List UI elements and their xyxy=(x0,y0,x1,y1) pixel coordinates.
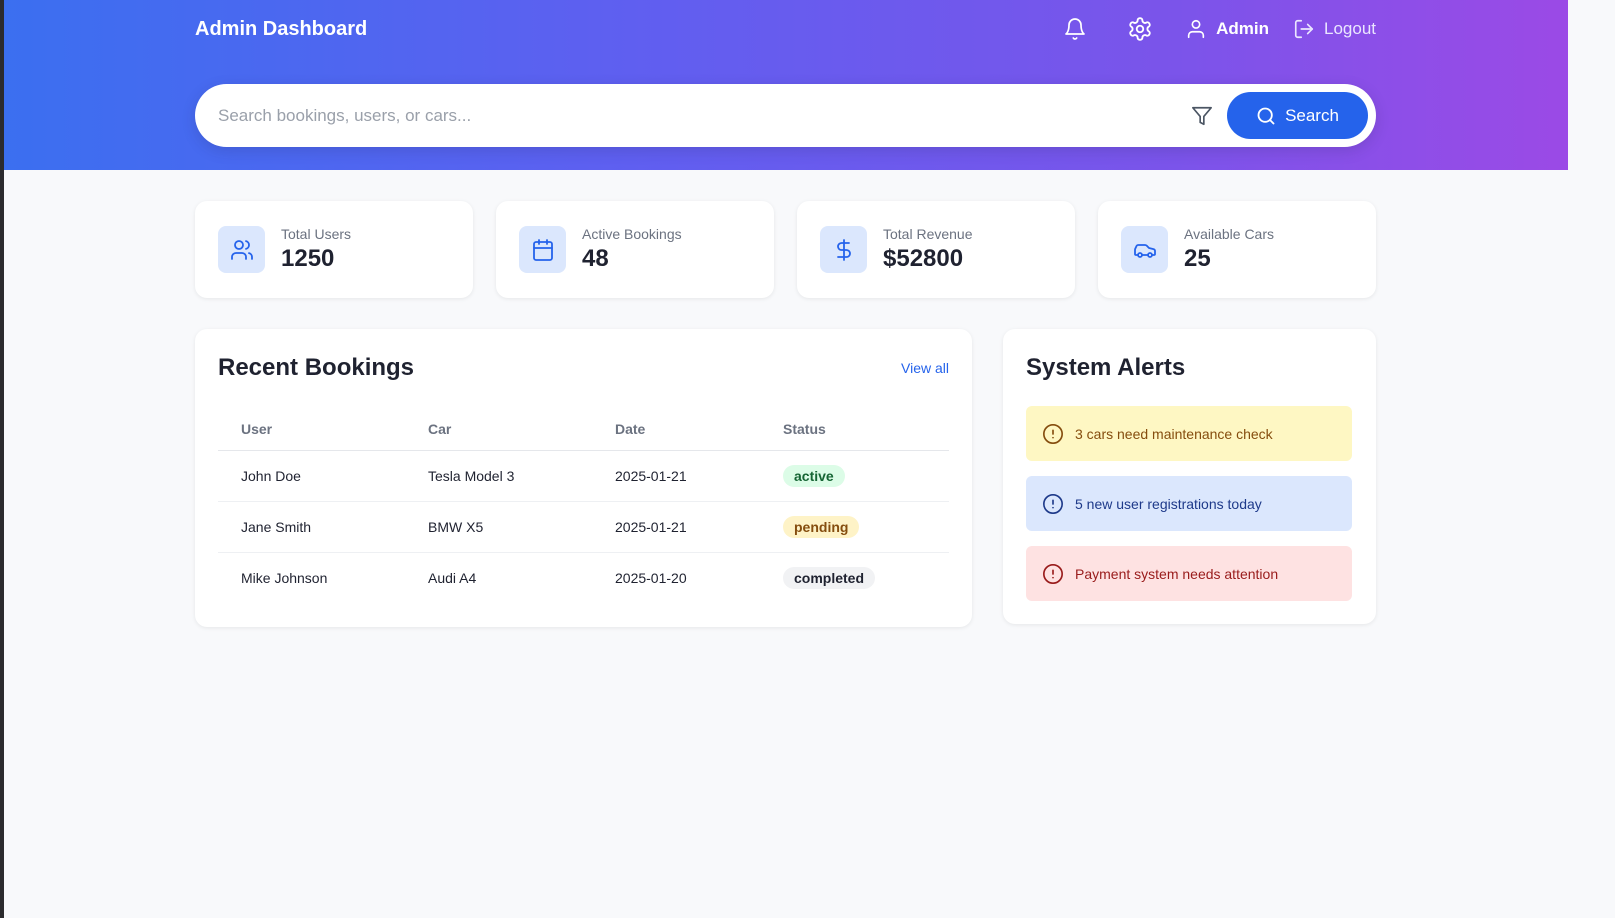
search-input[interactable] xyxy=(218,102,1178,130)
cell-car: Tesla Model 3 xyxy=(405,450,592,502)
stat-card-active-bookings: Active Bookings 48 xyxy=(496,201,774,298)
user-name: Admin xyxy=(1216,19,1269,38)
stat-label: Total Users xyxy=(281,226,352,242)
user-icon xyxy=(1187,19,1205,39)
user-menu[interactable]: Admin xyxy=(1185,17,1269,41)
table-header-row: User Car Date Status xyxy=(218,408,949,451)
alert-error[interactable]: Payment system needs attention xyxy=(1026,546,1352,601)
users-icon xyxy=(230,239,253,260)
gear-icon xyxy=(1129,17,1151,41)
cell-user: Jane Smith xyxy=(218,501,405,553)
stat-card-total-revenue: Total Revenue $52800 xyxy=(797,201,1075,298)
search-button[interactable]: Search xyxy=(1227,92,1368,139)
brand-title: Admin Dashboard xyxy=(195,18,368,40)
cell-car: BMW X5 xyxy=(405,501,592,553)
alert-info[interactable]: 5 new user registrations today xyxy=(1026,476,1352,531)
stat-value: 1250 xyxy=(281,245,335,272)
alert-circle-icon xyxy=(1043,423,1063,444)
stat-label: Total Revenue xyxy=(883,226,973,242)
cell-date: 2025-01-21 xyxy=(592,501,760,553)
dashboard-page: Admin Dashboard Admin Logout Search book… xyxy=(4,0,1615,918)
cell-date: 2025-01-21 xyxy=(592,450,760,502)
car-icon xyxy=(1133,243,1156,258)
table-row[interactable]: Jane Smith BMW X5 2025-01-21 pending xyxy=(218,501,949,553)
stat-card-available-cars: Available Cars 25 xyxy=(1098,201,1376,298)
notifications-button[interactable] xyxy=(1063,16,1087,42)
status-badge: active xyxy=(783,464,845,487)
stat-label: Active Bookings xyxy=(582,226,682,242)
logout-button[interactable]: Logout xyxy=(1293,17,1376,41)
bookings-table: User Car Date Status John Doe Tesla Mode… xyxy=(218,408,949,603)
dollar-icon xyxy=(836,238,851,261)
search-button-label: Search xyxy=(1285,105,1339,125)
stat-value: $52800 xyxy=(883,245,964,272)
system-alerts-card: System Alerts 3 cars need maintenance ch… xyxy=(1003,329,1376,624)
stat-value: 48 xyxy=(582,245,609,272)
stat-value: 25 xyxy=(1184,245,1211,272)
alert-text: Payment system needs attention xyxy=(1075,565,1279,582)
cell-user: John Doe xyxy=(218,450,405,502)
cell-status: completed xyxy=(760,552,949,603)
column-header-status: Status xyxy=(760,408,949,451)
recent-bookings-card: Recent Bookings View all User Car Date S… xyxy=(195,329,972,627)
filter-icon xyxy=(1192,106,1212,126)
cell-car: Audi A4 xyxy=(428,569,477,586)
settings-button[interactable] xyxy=(1127,16,1153,42)
cell-user: Mike Johnson xyxy=(241,569,328,586)
alert-text: 5 new user registrations today xyxy=(1075,495,1262,512)
filter-button[interactable] xyxy=(1191,105,1213,132)
search-icon xyxy=(1257,107,1275,124)
table-row[interactable]: John Doe Tesla Model 3 2025-01-21 active xyxy=(218,450,949,502)
table-row[interactable]: Mike Johnson Audi A4 2025-01-20 complete… xyxy=(218,552,949,603)
bell-icon xyxy=(1065,18,1085,40)
cell-date: 2025-01-20 xyxy=(615,569,687,586)
logout-label: Logout xyxy=(1324,19,1376,38)
column-header-car: Car xyxy=(405,408,592,451)
view-all-link[interactable]: View all xyxy=(901,360,949,376)
alert-warning[interactable]: 3 cars need maintenance check xyxy=(1026,406,1352,461)
column-header-date: Date xyxy=(592,408,760,451)
logout-icon xyxy=(1294,19,1314,39)
status-badge: completed xyxy=(783,566,876,589)
stat-card-total-users: Total Users 1250 xyxy=(195,201,473,298)
column-header-user: User xyxy=(218,408,405,451)
search-bar: Search xyxy=(195,84,1376,147)
status-badge: pending xyxy=(783,515,860,538)
header-nav: Admin Logout xyxy=(1063,16,1376,42)
alert-circle-icon xyxy=(1043,563,1063,584)
system-alerts-title: System Alerts xyxy=(1026,354,1186,381)
alert-circle-icon xyxy=(1043,493,1063,514)
header: Admin Dashboard Admin Logout Search book… xyxy=(4,0,1568,170)
alert-text: 3 cars need maintenance check xyxy=(1075,425,1273,442)
stat-label: Available Cars xyxy=(1184,226,1275,242)
cell-status: active xyxy=(760,450,949,502)
recent-bookings-title: Recent Bookings xyxy=(218,354,415,381)
cell-status: pending xyxy=(760,501,949,553)
calendar-icon xyxy=(532,238,553,261)
